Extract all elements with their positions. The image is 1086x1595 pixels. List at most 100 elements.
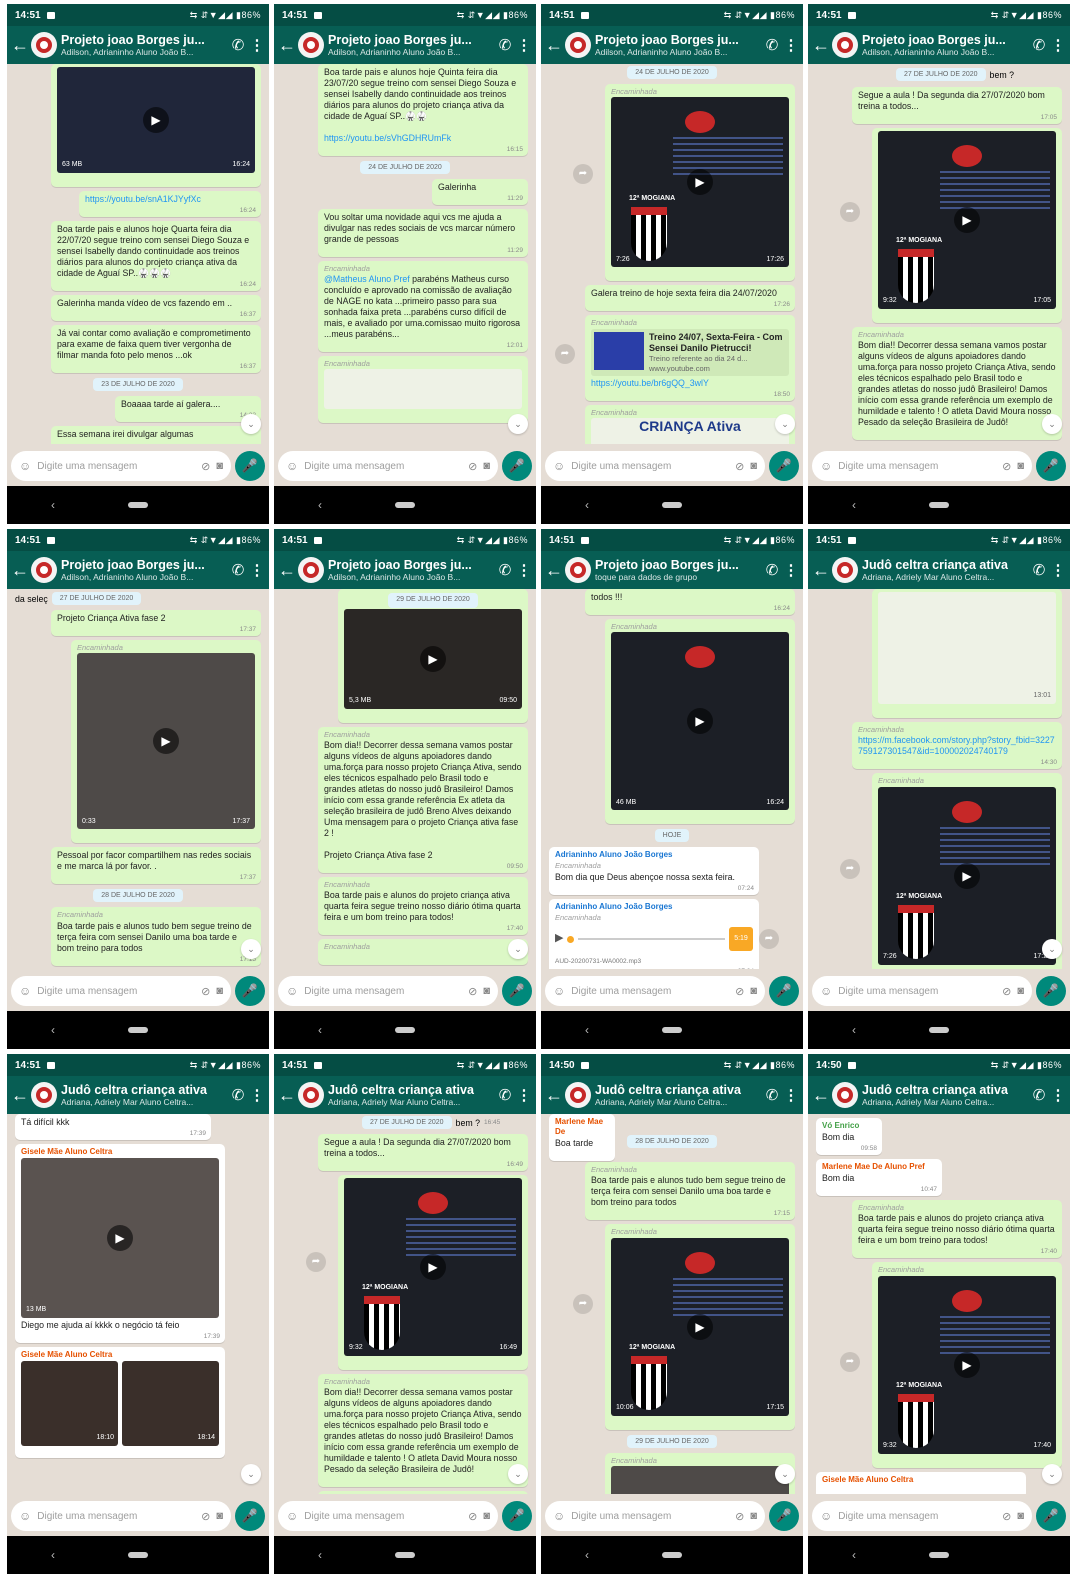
mention[interactable]: @Matheus Aluno Pref [324, 274, 410, 284]
attach-icon[interactable]: ⊘ [1002, 1510, 1011, 1523]
mic-button[interactable]: 🎤 [502, 451, 532, 481]
video-thumbnail[interactable]: ▶ 5,3 MB 09:50 [344, 608, 522, 709]
mic-button[interactable]: 🎤 [235, 1501, 265, 1531]
group-avatar[interactable] [832, 557, 858, 583]
chat-title-area[interactable]: Judô celtra criança ativa Adriana, Adriel… [61, 1083, 227, 1107]
scroll-down-button[interactable]: ⌄ [775, 414, 795, 434]
attach-icon[interactable]: ⊘ [1002, 985, 1011, 998]
camera-icon[interactable]: ◙ [750, 985, 757, 997]
group-avatar[interactable] [832, 1082, 858, 1108]
play-icon[interactable]: ▶ [687, 1313, 713, 1340]
message-input[interactable]: ☺ Digite uma mensagem ⊘ ◙ [11, 1501, 231, 1531]
attach-icon[interactable]: ⊘ [735, 1510, 744, 1523]
chat-area[interactable]: 27 DE JULHO DE 2020 bem ? 16:45 Segue a au… [274, 1114, 536, 1494]
scroll-down-button[interactable]: ⌄ [1042, 939, 1062, 959]
chat-title-area[interactable]: Projeto joao Borges ju... Adilson, Adrian… [61, 558, 227, 582]
scroll-down-button[interactable]: ⌄ [241, 1464, 261, 1484]
video-thumbnail[interactable]: 12ª MOGIANA ▶ 9:32 16:49 [344, 1177, 522, 1356]
video-thumbnail[interactable]: ▶ 46 MB 16:24 [611, 632, 789, 811]
attach-icon[interactable]: ⊘ [468, 460, 477, 473]
more-options-icon[interactable]: ⋮ [249, 1086, 265, 1104]
add-call-icon[interactable]: ✆ [761, 1086, 783, 1104]
scroll-down-button[interactable]: ⌄ [775, 1464, 795, 1484]
video-thumbnail[interactable]: 12ª MOGIANA ▶ 7:26 17:24 [878, 786, 1056, 965]
camera-icon[interactable]: ◙ [216, 460, 223, 472]
chat-area[interactable]: 29 DE JULHO DE 2020 ▶ 5,3 MB 09:50 Encaminh… [274, 589, 536, 969]
attach-icon[interactable]: ⊘ [468, 985, 477, 998]
group-avatar[interactable] [298, 557, 324, 583]
attach-icon[interactable]: ⊘ [735, 460, 744, 473]
play-icon[interactable]: ▶ [420, 645, 446, 672]
more-options-icon[interactable]: ⋮ [249, 561, 265, 579]
chat-title-area[interactable]: Projeto joao Borges ju... Adilson, Adrian… [328, 558, 494, 582]
message-input[interactable]: ☺ Digite uma mensagem ⊘ ◙ [545, 1501, 765, 1531]
nav-home-icon[interactable] [128, 1027, 148, 1033]
back-arrow-icon[interactable]: ← [278, 35, 296, 56]
message-input[interactable]: ☺ Digite uma mensagem ⊘ ◙ [545, 976, 765, 1006]
chat-title-area[interactable]: Projeto joao Borges ju... toque para dado… [595, 558, 761, 582]
attach-icon[interactable]: ⊘ [735, 985, 744, 998]
emoji-icon[interactable]: ☺ [19, 1509, 31, 1523]
group-avatar[interactable] [31, 557, 57, 583]
emoji-icon[interactable]: ☺ [19, 984, 31, 998]
play-icon[interactable]: ▶ [954, 1351, 980, 1378]
mic-button[interactable]: 🎤 [769, 976, 799, 1006]
attach-icon[interactable]: ⊘ [201, 460, 210, 473]
attach-icon[interactable]: ⊘ [201, 1510, 210, 1523]
message-input[interactable]: ☺ Digite uma mensagem ⊘ ◙ [11, 976, 231, 1006]
message-input[interactable]: ☺ Digite uma mensagem ⊘ ◙ [278, 976, 498, 1006]
scroll-down-button[interactable]: ⌄ [508, 939, 528, 959]
nav-back-icon[interactable]: ‹ [318, 1548, 322, 1562]
audio-progress-knob[interactable] [567, 935, 575, 943]
chat-area[interactable]: todos !!! 16:24 Encaminhada ▶ 46 MB 16:24 HO… [541, 589, 803, 969]
play-icon[interactable]: ▶ [420, 1253, 446, 1280]
nav-home-icon[interactable] [929, 1552, 949, 1558]
scroll-down-button[interactable]: ⌄ [508, 1464, 528, 1484]
nav-back-icon[interactable]: ‹ [318, 498, 322, 512]
image-thumbnail[interactable]: 18:14 [122, 1360, 219, 1446]
forward-icon[interactable]: ➦ [573, 1294, 593, 1314]
mic-button[interactable]: 🎤 [502, 1501, 532, 1531]
more-options-icon[interactable]: ⋮ [516, 561, 532, 579]
message-input[interactable]: ☺ Digite uma mensagem ⊘ ◙ [812, 451, 1032, 481]
youtube-preview[interactable]: Treino 24/07, Sexta-Feira - Com Sensei D… [591, 328, 789, 376]
emoji-icon[interactable]: ☺ [820, 984, 832, 998]
video-thumbnail[interactable]: 12ª MOGIANA ▶ 10:06 17:15 [611, 1237, 789, 1416]
camera-icon[interactable]: ◙ [483, 1510, 490, 1522]
camera-icon[interactable]: ◙ [1017, 460, 1024, 472]
chat-area[interactable]: ▶ 63 MB 16:24 https://youtu.be/snA1KJYyfXc… [7, 64, 269, 444]
nav-home-icon[interactable] [395, 1027, 415, 1033]
message-input[interactable]: ☺ Digite uma mensagem ⊘ ◙ [11, 451, 231, 481]
video-thumbnail[interactable] [611, 1466, 789, 1494]
add-call-icon[interactable]: ✆ [227, 1086, 249, 1104]
play-icon[interactable]: ▶ [954, 862, 980, 889]
back-arrow-icon[interactable]: ← [812, 35, 830, 56]
forward-icon[interactable]: ➦ [555, 344, 575, 364]
forward-icon[interactable]: ➦ [840, 859, 860, 879]
camera-icon[interactable]: ◙ [750, 1510, 757, 1522]
video-thumbnail[interactable]: 12ª MOGIANA ▶ 9:32 17:05 [878, 130, 1056, 309]
nav-back-icon[interactable]: ‹ [585, 1023, 589, 1037]
mic-button[interactable]: 🎤 [1036, 1501, 1066, 1531]
back-arrow-icon[interactable]: ← [11, 560, 29, 581]
back-arrow-icon[interactable]: ← [11, 1085, 29, 1106]
youtube-link[interactable]: https://youtu.be/sVhGDHRUmFk [324, 133, 451, 143]
scroll-down-button[interactable]: ⌄ [1042, 1464, 1062, 1484]
mic-button[interactable]: 🎤 [502, 976, 532, 1006]
group-avatar[interactable] [31, 1082, 57, 1108]
more-options-icon[interactable]: ⋮ [516, 1086, 532, 1104]
back-arrow-icon[interactable]: ← [545, 35, 563, 56]
emoji-icon[interactable]: ☺ [286, 459, 298, 473]
camera-icon[interactable]: ◙ [483, 460, 490, 472]
camera-icon[interactable]: ◙ [216, 1510, 223, 1522]
more-options-icon[interactable]: ⋮ [516, 36, 532, 54]
attach-icon[interactable]: ⊘ [1002, 460, 1011, 473]
camera-icon[interactable]: ◙ [750, 460, 757, 472]
chat-title-area[interactable]: Projeto joao Borges ju... Adilson, Adrian… [862, 33, 1028, 57]
emoji-icon[interactable]: ☺ [820, 459, 832, 473]
play-icon[interactable]: ▶ [687, 708, 713, 735]
add-call-icon[interactable]: ✆ [1028, 561, 1050, 579]
camera-icon[interactable]: ◙ [216, 985, 223, 997]
scroll-down-button[interactable]: ⌄ [1042, 414, 1062, 434]
emoji-icon[interactable]: ☺ [286, 984, 298, 998]
